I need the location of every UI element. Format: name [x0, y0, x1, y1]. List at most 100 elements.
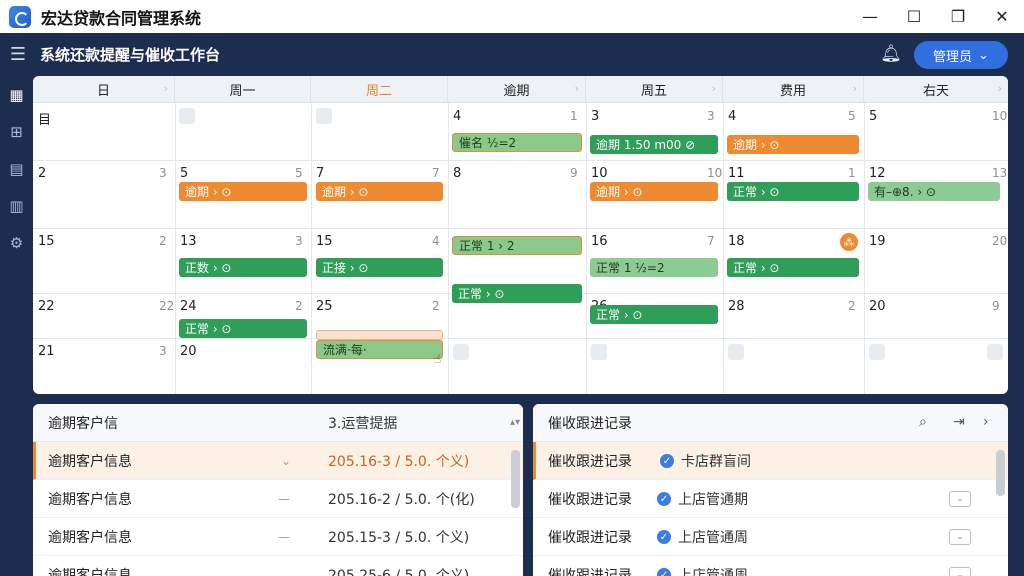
calendar-event[interactable]: 流满·每·: [316, 340, 443, 359]
day-number: 22: [38, 299, 55, 314]
day-number: 20: [180, 344, 197, 359]
empty-slot[interactable]: [728, 344, 744, 360]
calendar-event[interactable]: 正常 › ⊙: [590, 305, 718, 324]
chevron-down-icon: ⌄: [978, 47, 989, 63]
record-row[interactable]: 催收跟进记录 ✓ 上店管通期 ⌄: [533, 480, 1008, 518]
record-row[interactable]: 催收跟进记录 ✓ 卡店群盲间: [533, 442, 1008, 480]
calendar-event[interactable]: 逾期 › ⊙: [316, 182, 443, 201]
record-row[interactable]: 催收跟进记录 ✓ 上店管通周 ⌄: [533, 518, 1008, 556]
table-row[interactable]: 逾期客户信息 — 205.15-3 / 5.0. 个义): [33, 518, 523, 556]
day-number-secondary: 3: [159, 166, 167, 180]
row-mark: —: [278, 491, 290, 506]
grid-line: [175, 103, 176, 394]
calendar-event[interactable]: 正数 › ⊙: [179, 258, 307, 277]
empty-slot[interactable]: [179, 108, 195, 124]
calendar-event[interactable]: 正常 › ⊙: [727, 182, 859, 201]
day-number-secondary: 7: [707, 234, 715, 248]
day-number: 16: [591, 234, 608, 249]
day-number-secondary: 10: [992, 109, 1008, 123]
empty-slot[interactable]: [869, 344, 885, 360]
empty-slot[interactable]: [316, 108, 332, 124]
calendar-event[interactable]: 逾期 1.50 m00 ⊘: [590, 135, 718, 154]
header-cell[interactable]: 右天 ›: [864, 76, 1008, 103]
settings-icon[interactable]: ⚙: [0, 224, 33, 261]
expand-icon[interactable]: ⌄: [949, 491, 971, 507]
record-row[interactable]: 催收跟进记录 ✓ 上店管通周 ⌄: [533, 556, 1008, 576]
calendar-event[interactable]: 正常 › ⊙: [727, 258, 859, 277]
maximize-button[interactable]: ☐: [892, 0, 936, 33]
header-cell-highlight[interactable]: 周二: [311, 76, 448, 103]
client-value: 205.15-3 / 5.0. 个义): [328, 529, 470, 546]
day-number-secondary: 3: [159, 344, 167, 358]
calendar-event[interactable]: 逾期 › ⊙: [727, 135, 859, 154]
day-number: 3: [591, 109, 600, 124]
title-bar: 宏达贷款合同管理系统 — ☐ ❐ ✕: [0, 0, 1024, 33]
grid-icon[interactable]: ⊞: [0, 113, 33, 150]
header-cell[interactable]: 逾期 ›: [448, 76, 586, 103]
calendar-event[interactable]: 催名 ½=2: [452, 133, 582, 152]
search-icon[interactable]: ⌕: [919, 414, 927, 430]
day-number-secondary: 22: [159, 299, 175, 313]
calendar-event[interactable]: 逾期 › ⊙: [590, 182, 718, 201]
header-cell[interactable]: 周一: [175, 76, 311, 103]
calendar-event[interactable]: 有–⊕8. › ⊙: [868, 182, 1000, 201]
document-icon[interactable]: ▤: [0, 150, 33, 187]
dashboard-icon[interactable]: ▦: [0, 76, 33, 113]
sort-icon[interactable]: ▴▾: [510, 417, 520, 428]
header-cell[interactable]: 日 ›: [33, 76, 175, 103]
empty-slot[interactable]: [591, 344, 607, 360]
hamburger-menu-icon[interactable]: ☰: [0, 33, 36, 76]
alert-badge[interactable]: ⁂: [840, 233, 858, 251]
table-row[interactable]: 逾期客户信息 ⌄ 205.16-3 / 5.0. 个义): [33, 442, 523, 480]
user-menu-button[interactable]: 管理员 ⌄: [914, 41, 1008, 69]
client-value: 205.25-6 / 5.0. 个义): [328, 567, 470, 576]
record-name: 催收跟进记录: [548, 529, 632, 546]
calendar-event[interactable]: 正常 › ⊙: [179, 319, 307, 338]
expand-icon[interactable]: ⌄: [949, 529, 971, 545]
chevron-right-icon: ›: [574, 82, 579, 95]
day-number: 7: [316, 166, 325, 181]
header-cell[interactable]: 费用 ›: [723, 76, 864, 103]
calendar-event[interactable]: 逾期 › ⊙: [179, 182, 307, 201]
page-title: 系统还款提醒与催收工作台: [40, 46, 221, 64]
day-number-secondary: 10: [707, 166, 723, 180]
day-number: 19: [869, 234, 886, 249]
table-row[interactable]: 逾期客户信息 — 205.16-2 / 5.0. 个(化): [33, 480, 523, 518]
empty-slot[interactable]: [453, 344, 469, 360]
column-header[interactable]: 逾期客户信: [48, 413, 118, 433]
app-logo-icon: [9, 5, 31, 28]
column-header[interactable]: 3.运营提据: [328, 413, 397, 433]
day-number-secondary: 2: [295, 299, 303, 313]
empty-slot[interactable]: [987, 344, 1003, 360]
chevron-right-icon[interactable]: ›: [983, 414, 989, 430]
grid-line: [33, 160, 1008, 161]
expand-icon[interactable]: ⌄: [949, 567, 971, 576]
scrollbar[interactable]: [511, 450, 520, 508]
table-row[interactable]: 逾期客户信息 205.25-6 / 5.0. 个义): [33, 556, 523, 576]
minimize-button[interactable]: —: [848, 0, 892, 33]
client-name: 逾期客户信息: [48, 529, 132, 546]
calendar-event[interactable]: 正常 › ⊙: [452, 284, 582, 303]
panel-title: 催收跟进记录: [548, 415, 632, 432]
calendar-event-drag-ghost[interactable]: [316, 330, 443, 340]
calendar-event[interactable]: 正接 › ⊙: [316, 258, 443, 277]
grid-line: [33, 338, 1008, 339]
check-icon: ✓: [660, 454, 674, 468]
restore-button[interactable]: ❐: [936, 0, 980, 33]
row-mark: —: [278, 529, 290, 544]
grid-line: [311, 103, 312, 394]
scrollbar[interactable]: [996, 450, 1005, 496]
notification-bell-icon[interactable]: 🔔︎: [880, 44, 902, 66]
day-number: 8: [453, 166, 462, 181]
client-name: 逾期客户信息: [48, 491, 132, 508]
export-icon[interactable]: ⇥: [953, 414, 965, 430]
table-header: 逾期客户信 3.运营提据 ▴▾: [33, 404, 523, 442]
calendar-event[interactable]: 正常 1 › 2: [452, 236, 582, 255]
day-number-secondary: 1: [570, 109, 578, 123]
row-mark: ⌄: [281, 453, 292, 468]
calendar-event[interactable]: 正常 1 ½=2: [590, 258, 718, 277]
header-cell[interactable]: 周五 ›: [586, 76, 723, 103]
close-button[interactable]: ✕: [980, 0, 1024, 33]
day-number-secondary: 3: [295, 234, 303, 248]
building-icon[interactable]: ▥: [0, 187, 33, 224]
